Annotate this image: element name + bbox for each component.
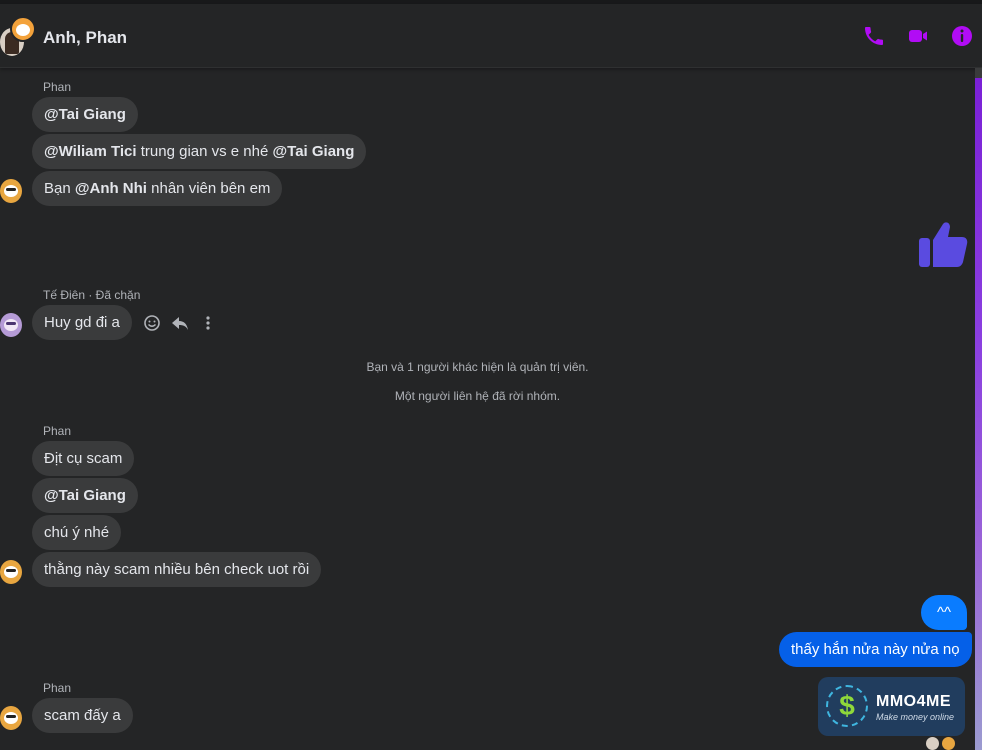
reply-icon[interactable] — [170, 312, 190, 334]
sender-name: Phan — [43, 80, 72, 94]
dollar-icon: $ — [839, 690, 855, 721]
scrollbar[interactable] — [975, 68, 982, 750]
sender-avatar[interactable] — [0, 313, 22, 337]
mention[interactable]: @Tai Giang — [273, 143, 355, 160]
message-text: chú ý nhé — [44, 524, 110, 541]
video-camera-icon[interactable] — [906, 24, 930, 48]
thumbs-up-like-icon[interactable] — [917, 218, 969, 270]
my-message-bubble[interactable]: thấy hắn nửa này nửa nọ — [779, 632, 972, 667]
member-avatar-phan — [10, 16, 36, 42]
mention[interactable]: @Anh Nhi — [75, 180, 147, 197]
scrollbar-up-arrow[interactable] — [975, 68, 982, 78]
system-notice: Một người liên hệ đã rời nhóm. — [394, 389, 561, 403]
conversation-header: Anh, Phan — [0, 4, 982, 68]
mention[interactable]: @Tai Giang — [44, 487, 126, 504]
message-text: trung gian vs e nhé — [136, 143, 273, 160]
group-avatar[interactable] — [0, 16, 38, 58]
sender-avatar[interactable] — [0, 560, 22, 584]
seen-receipt-avatar — [926, 737, 939, 750]
system-notice: Bạn và 1 người khác hiện là quản trị viê… — [366, 360, 589, 374]
info-icon[interactable] — [950, 24, 974, 48]
message-text: scam đấy a — [44, 707, 121, 724]
mention[interactable]: @Tai Giang — [44, 106, 126, 123]
more-icon[interactable] — [198, 312, 218, 334]
message-bubble[interactable]: Địt cụ scam — [32, 441, 135, 476]
message-bubble[interactable]: Bạn @Anh Nhi nhân viên bên em — [32, 171, 283, 206]
message-bubble[interactable]: Huy gd đi a — [32, 305, 132, 340]
message-text: Huy gd đi a — [44, 314, 120, 331]
message-bubble[interactable]: chú ý nhé — [32, 515, 122, 550]
sender-name: Phan — [43, 424, 72, 438]
sender-name: Phan — [43, 681, 72, 695]
emoji-icon[interactable] — [142, 312, 162, 334]
mention[interactable]: @Wiliam Tici — [44, 143, 137, 160]
sender-name: Tế Điên · Đã chặn — [43, 288, 141, 302]
message-bubble[interactable]: scam đấy a — [32, 698, 133, 733]
message-bubble[interactable]: @Tai Giang — [32, 478, 138, 513]
message-text: Địt cụ scam — [44, 450, 123, 467]
sender-avatar[interactable] — [0, 706, 22, 730]
message-bubble[interactable]: @Tai Giang — [32, 97, 138, 132]
message-bubble[interactable]: @Wiliam Tici trung gian vs e nhé @Tai Gi… — [32, 134, 367, 169]
seen-receipt-avatar — [942, 737, 955, 750]
sender-avatar[interactable] — [0, 179, 22, 203]
phone-icon[interactable] — [862, 24, 886, 48]
message-text: nhân viên bên em — [146, 180, 271, 197]
message-text: Bạn — [44, 180, 75, 197]
message-bubble[interactable]: thằng này scam nhiều bên check uot rồi — [32, 552, 322, 587]
mmo4me-watermark-logo: $ MMO4ME Make money online — [818, 677, 965, 736]
message-text: thằng này scam nhiều bên check uot rồi — [44, 561, 310, 578]
my-message-bubble[interactable]: ^^ — [921, 595, 967, 630]
watermark-tagline: Make money online — [876, 712, 955, 722]
conversation-title[interactable]: Anh, Phan — [43, 28, 127, 48]
messenger-window: Anh, Phan Phan @Tai Giang @Wiliam Tici t… — [0, 0, 982, 750]
watermark-name: MMO4ME — [876, 693, 951, 710]
